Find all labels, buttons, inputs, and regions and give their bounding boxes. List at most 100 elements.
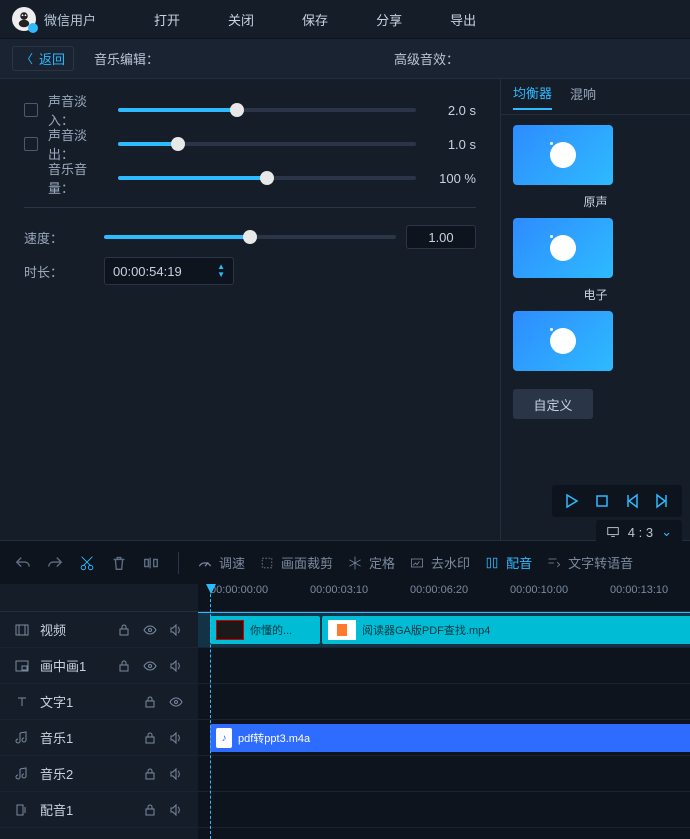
tab-reverb[interactable]: 混响 (570, 84, 596, 109)
fade-out-value: 1.0 s (426, 137, 476, 152)
track-music2[interactable]: 音乐2 (0, 756, 198, 792)
speaker-icon[interactable] (168, 766, 184, 782)
effect-card-3[interactable] (513, 311, 613, 371)
duration-input[interactable]: 00:00:54:19 ▲▼ (104, 257, 234, 285)
menu-save[interactable]: 保存 (282, 10, 348, 29)
track-text-label: 文字1 (40, 692, 132, 711)
speaker-icon[interactable] (168, 658, 184, 674)
menu-open[interactable]: 打开 (134, 10, 200, 29)
next-icon[interactable] (654, 493, 670, 509)
menu-close[interactable]: 关闭 (208, 10, 274, 29)
back-label: 返回 (39, 49, 65, 68)
lane-music2[interactable] (198, 756, 690, 792)
undo-icon[interactable] (14, 554, 32, 572)
clip-thumbnail (216, 620, 244, 640)
fade-out-checkbox[interactable] (24, 137, 38, 151)
panel-title-left: 音乐编辑： (94, 49, 159, 68)
duration-row: 时长： 00:00:54:19 ▲▼ (24, 254, 476, 288)
film-icon (14, 622, 30, 638)
effect-card-original[interactable] (513, 125, 613, 185)
fade-out-slider[interactable] (118, 142, 416, 146)
speaker-icon[interactable] (168, 802, 184, 818)
tool-speed[interactable]: 调速 (197, 553, 245, 572)
ruler-spacer (0, 584, 198, 612)
time-ruler[interactable]: 00:00:00:00 00:00:03:10 00:00:06:20 00:0… (198, 584, 690, 612)
clip-video-2[interactable]: 阅读器GA版PDF查找.mp4 (322, 616, 690, 644)
effect-label-electronic: 电子 (513, 286, 678, 303)
music-edit-pane: 声音淡入： 2.0 s 声音淡出： 1.0 s 音乐音量： 100 % 速度 (0, 78, 500, 540)
eye-icon[interactable] (168, 694, 184, 710)
playback-controls (552, 485, 682, 517)
user-avatar[interactable] (12, 7, 36, 31)
doc-icon (336, 623, 348, 637)
audio-file-icon: ♪ (216, 728, 232, 748)
lock-icon[interactable] (142, 694, 158, 710)
split-icon[interactable] (142, 554, 160, 572)
tab-equalizer[interactable]: 均衡器 (513, 83, 552, 110)
duration-value: 00:00:54:19 (113, 264, 182, 279)
lane-music1[interactable]: ♪ pdf转ppt3.m4a (198, 720, 690, 756)
tool-dub[interactable]: 配音 (484, 553, 532, 572)
menu-export[interactable]: 导出 (430, 10, 496, 29)
track-area[interactable]: 00:00:00:00 00:00:03:10 00:00:06:20 00:0… (198, 584, 690, 839)
fade-in-slider[interactable] (118, 108, 416, 112)
aspect-selector[interactable]: 4 : 3 ⌄ (596, 520, 682, 544)
duration-spinner[interactable]: ▲▼ (217, 263, 225, 279)
playhead[interactable] (210, 584, 211, 839)
clip-audio-1[interactable]: ♪ pdf转ppt3.m4a (210, 724, 690, 752)
lock-icon[interactable] (142, 802, 158, 818)
lane-text[interactable] (198, 684, 690, 720)
lock-icon[interactable] (142, 766, 158, 782)
effect-card-electronic[interactable] (513, 218, 613, 278)
track-music2-label: 音乐2 (40, 764, 132, 783)
lock-icon[interactable] (116, 622, 132, 638)
separator (178, 552, 179, 574)
custom-button[interactable]: 自定义 (513, 389, 593, 419)
tool-watermark[interactable]: 去水印 (409, 553, 470, 572)
fade-in-checkbox[interactable] (24, 103, 38, 117)
lock-icon[interactable] (116, 658, 132, 674)
music-icon (14, 766, 30, 782)
lock-icon[interactable] (142, 730, 158, 746)
clip-video-1[interactable]: 你懂的... (210, 616, 320, 644)
fade-in-value: 2.0 s (426, 103, 476, 118)
voice-icon (14, 802, 30, 818)
track-music1[interactable]: 音乐1 (0, 720, 198, 756)
lane-pip[interactable] (198, 648, 690, 684)
cut-icon[interactable] (78, 554, 96, 572)
tool-crop[interactable]: 画面裁剪 (259, 553, 333, 572)
speed-value-box[interactable]: 1.00 (406, 225, 476, 249)
track-headers: 视频 画中画1 文字1 音乐1 音乐2 (0, 584, 198, 839)
track-video[interactable]: 视频 (0, 612, 198, 648)
track-text[interactable]: 文字1 (0, 684, 198, 720)
tts-icon (546, 555, 562, 571)
clip-label: 阅读器GA版PDF查找.mp4 (362, 622, 490, 638)
eye-icon[interactable] (142, 658, 158, 674)
mic-icon (484, 555, 500, 571)
speaker-icon[interactable] (168, 730, 184, 746)
speed-value: 1.00 (428, 230, 453, 245)
back-button[interactable]: 〈 返回 (12, 46, 74, 71)
lane-video[interactable]: 你懂的... 阅读器GA版PDF查找.mp4 (198, 612, 690, 648)
chevron-down-icon[interactable]: ▼ (217, 271, 225, 279)
clip-label: 你懂的... (250, 622, 292, 638)
redo-icon[interactable] (46, 554, 64, 572)
prev-icon[interactable] (624, 493, 640, 509)
speed-slider[interactable] (104, 235, 396, 239)
stop-icon[interactable] (594, 493, 610, 509)
timeline: 视频 画中画1 文字1 音乐1 音乐2 (0, 584, 690, 839)
delete-icon[interactable] (110, 554, 128, 572)
track-dub[interactable]: 配音1 (0, 792, 198, 828)
speaker-icon[interactable] (168, 622, 184, 638)
effects-tabs: 均衡器 混响 (501, 79, 690, 115)
volume-row: 音乐音量： 100 % (24, 161, 476, 195)
track-pip[interactable]: 画中画1 (0, 648, 198, 684)
volume-slider[interactable] (118, 176, 416, 180)
menu-share[interactable]: 分享 (356, 10, 422, 29)
tool-freeze[interactable]: 定格 (347, 553, 395, 572)
play-icon[interactable] (564, 493, 580, 509)
lane-dub[interactable] (198, 792, 690, 828)
aspect-value: 4 : 3 (628, 525, 653, 540)
eye-icon[interactable] (142, 622, 158, 638)
tool-tts[interactable]: 文字转语音 (546, 553, 633, 572)
